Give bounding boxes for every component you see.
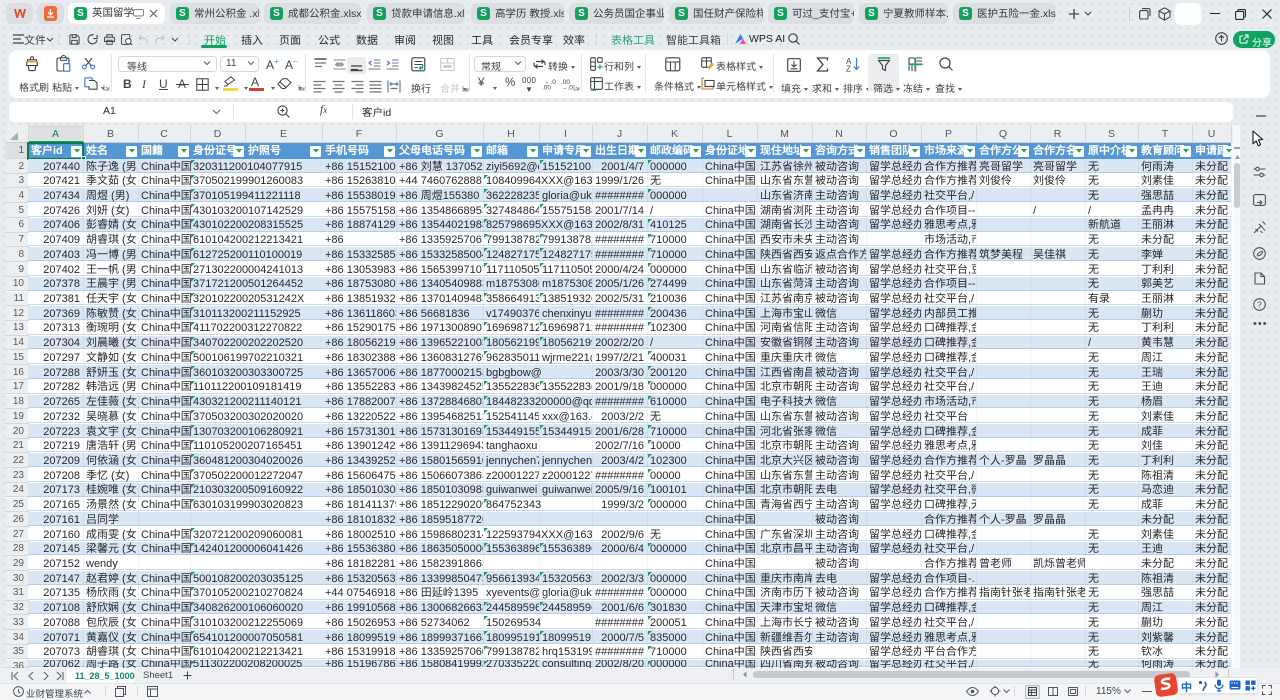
svg-text:→.0: →.0 [561, 85, 573, 92]
svg-text:.00: .00 [542, 85, 551, 92]
svg-text:?: ? [1257, 300, 1262, 310]
svg-text:Z: Z [846, 65, 851, 74]
